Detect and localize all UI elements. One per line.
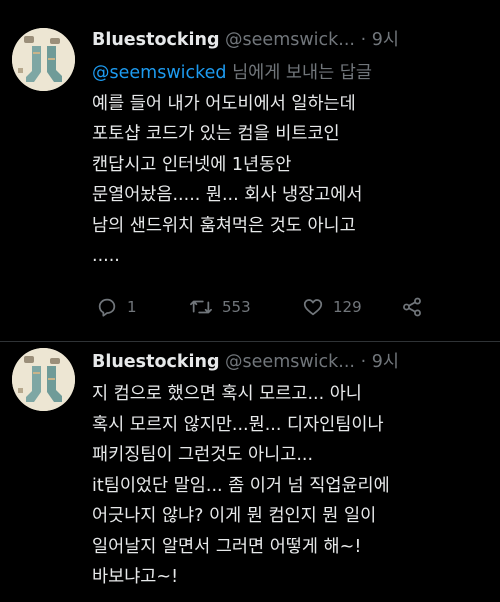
retweet-count: 553 bbox=[222, 298, 251, 316]
reply-count: 1 bbox=[127, 298, 137, 316]
retweet-icon bbox=[190, 300, 212, 314]
text-line: 어긋나지 않냐? 이게 뭔 컴인지 뭔 일이 bbox=[92, 506, 377, 526]
text-line: 바보냐고~! bbox=[92, 567, 179, 587]
reply-button[interactable]: 1 bbox=[96, 296, 137, 318]
tweet-text: @seemswicked 님에게 보내는 답글 예를 들어 내가 어도비에서 일… bbox=[92, 58, 492, 272]
text-line: 포토샵 코드가 있는 컴을 비트코인 bbox=[92, 124, 340, 144]
avatar[interactable] bbox=[12, 348, 75, 411]
avatar-image bbox=[12, 348, 75, 411]
text-line: 남의 샌드위치 훔쳐먹은 것도 아니고 bbox=[92, 215, 356, 236]
avatar[interactable] bbox=[12, 28, 75, 91]
author-handle[interactable]: @seemswick... bbox=[225, 30, 355, 50]
text-line: 혹시 모르지 않지만...뭔... 디자인팀이나 bbox=[92, 414, 384, 435]
retweet-button[interactable]: 553 bbox=[189, 296, 251, 318]
timestamp[interactable]: 9시 bbox=[372, 352, 399, 372]
like-button[interactable]: 129 bbox=[302, 296, 362, 318]
tweet-header: Bluestocking @seemswick... · 9시 bbox=[92, 28, 490, 52]
text-line: ..... bbox=[92, 246, 120, 266]
reply-suffix: 님에게 보내는 답글 bbox=[226, 63, 372, 83]
author-handle[interactable]: @seemswick... bbox=[225, 352, 355, 372]
tweet-text: 지 컴으로 했으면 혹시 모르고... 아니 혹시 모르지 않지만...뭔...… bbox=[92, 379, 492, 593]
text-line: 캔답시고 인터넷에 1년동안 bbox=[92, 154, 292, 175]
avatar-image bbox=[12, 28, 75, 91]
share-icon bbox=[403, 297, 421, 317]
text-line: 예를 들어 내가 어도비에서 일하는데 bbox=[92, 93, 356, 114]
text-line: 문열어놨음..... 뭔... 회사 냉장고에서 bbox=[92, 185, 363, 205]
mention-link[interactable]: @seemswicked bbox=[92, 63, 227, 83]
reply-context: @seemswicked 님에게 보내는 답글 bbox=[92, 58, 492, 89]
author-name[interactable]: Bluestocking bbox=[92, 30, 219, 50]
share-button[interactable] bbox=[401, 296, 432, 318]
separator: · bbox=[360, 352, 367, 372]
text-line: it팀이었단 말임... 좀 이거 넘 직업윤리에 bbox=[92, 475, 390, 496]
text-line: 일어날지 알면서 그러면 어떻게 해~! bbox=[92, 536, 362, 557]
text-line: 지 컴으로 했으면 혹시 모르고... 아니 bbox=[92, 384, 362, 404]
timestamp[interactable]: 9시 bbox=[372, 30, 399, 50]
action-bar: 1 553 129 bbox=[96, 296, 480, 320]
tweet-divider bbox=[0, 341, 500, 342]
like-count: 129 bbox=[333, 298, 362, 316]
text-line: 패키징팀이 그런것도 아니고... bbox=[92, 445, 314, 465]
tweet-header: Bluestocking @seemswick... · 9시 bbox=[92, 350, 490, 374]
reply-icon bbox=[98, 298, 116, 317]
author-name[interactable]: Bluestocking bbox=[92, 352, 219, 372]
like-icon bbox=[303, 299, 323, 316]
separator: · bbox=[360, 30, 367, 50]
